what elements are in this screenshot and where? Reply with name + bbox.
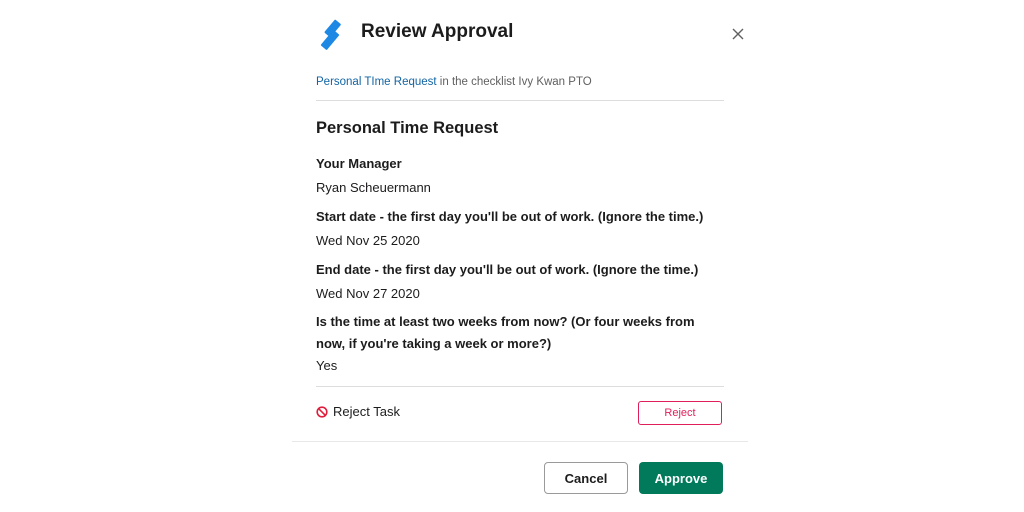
modal-title: Review Approval xyxy=(361,21,514,42)
approve-button[interactable]: Approve xyxy=(639,462,723,494)
review-approval-modal: Review Approval Personal TIme Request in… xyxy=(292,0,748,512)
reject-task-text: Reject Task xyxy=(333,404,400,419)
field-answer-start-date: Wed Nov 25 2020 xyxy=(316,233,420,248)
no-entry-icon xyxy=(316,405,328,418)
checklist-context-text: in the checklist Ivy Kwan PTO xyxy=(436,76,592,88)
task-link[interactable]: Personal TIme Request xyxy=(316,76,437,88)
divider xyxy=(316,100,724,101)
process-street-logo-icon xyxy=(316,18,348,50)
field-question-manager: Your Manager xyxy=(316,156,402,171)
field-answer-manager: Ryan Scheuermann xyxy=(316,180,431,195)
reject-button[interactable]: Reject xyxy=(638,401,722,425)
field-question-end-date: End date - the first day you'll be out o… xyxy=(316,262,699,277)
field-question-start-date: Start date - the first day you'll be out… xyxy=(316,209,704,224)
cancel-button[interactable]: Cancel xyxy=(544,462,628,494)
modal-header: Review Approval xyxy=(316,14,744,54)
footer-divider xyxy=(292,441,748,442)
field-answer-two-weeks: Yes xyxy=(316,358,338,373)
form-title: Personal Time Request xyxy=(316,119,499,137)
checklist-context: Personal TIme Request in the checklist I… xyxy=(316,76,592,88)
field-answer-end-date: Wed Nov 27 2020 xyxy=(316,286,420,301)
close-icon[interactable] xyxy=(728,24,748,44)
reject-task-label: Reject Task xyxy=(316,404,400,419)
divider xyxy=(316,386,724,387)
field-question-two-weeks: Is the time at least two weeks from now?… xyxy=(316,314,695,351)
